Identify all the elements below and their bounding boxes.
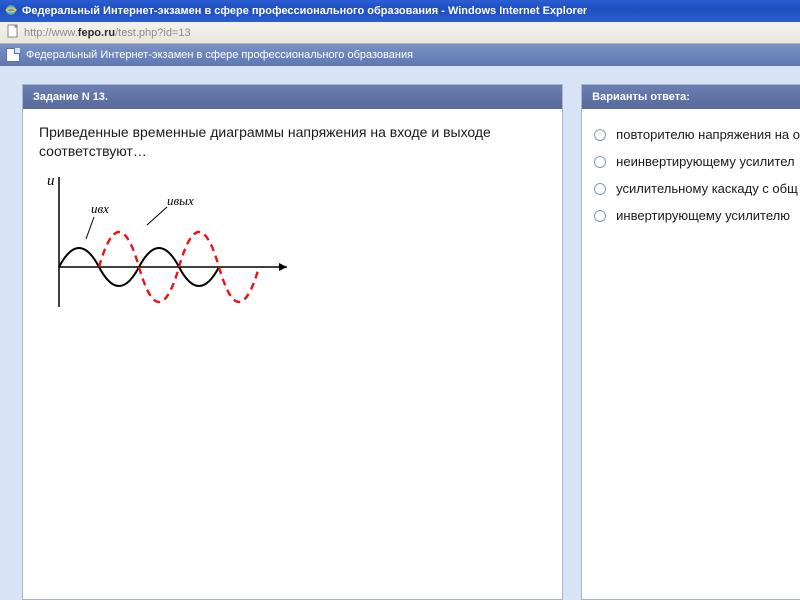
- answer-option[interactable]: инвертирующему усилителю: [594, 202, 800, 229]
- voltage-diagram: u uвх uвых: [39, 167, 546, 332]
- answers-panel: Варианты ответа: повторителю напряжения …: [581, 84, 800, 600]
- answer-label: усилительному каскаду с общ: [616, 181, 798, 196]
- document-icon: [6, 48, 20, 62]
- answer-label: повторителю напряжения на о: [616, 127, 800, 142]
- url-prefix: http://www.: [24, 27, 78, 39]
- question-panel: Задание N 13. Приведенные временные диаг…: [22, 84, 563, 600]
- content-area: Задание N 13. Приведенные временные диаг…: [0, 66, 800, 600]
- answer-label: инвертирующему усилителю: [616, 208, 790, 223]
- page-header-bar: Федеральный Интернет-экзамен в сфере про…: [0, 44, 800, 66]
- question-text: Приведенные временные диаграммы напряжен…: [39, 123, 546, 161]
- axis-label: u: [47, 173, 55, 189]
- radio-icon[interactable]: [594, 183, 606, 195]
- window-title: Федеральный Интернет-экзамен в сфере про…: [22, 5, 587, 17]
- radio-icon[interactable]: [594, 129, 606, 141]
- answers-header: Варианты ответа:: [582, 85, 800, 109]
- window-titlebar: Федеральный Интернет-экзамен в сфере про…: [0, 0, 800, 22]
- label-u-out: uвых: [167, 193, 194, 208]
- url-host: fepo.ru: [78, 27, 115, 39]
- address-bar[interactable]: http://www.fepo.ru/test.php?id=13: [0, 22, 800, 44]
- label-u-in: uвх: [91, 201, 109, 216]
- page-header-title: Федеральный Интернет-экзамен в сфере про…: [26, 49, 413, 61]
- answer-label: неинвертирующему усилител: [616, 154, 794, 169]
- question-header: Задание N 13.: [23, 85, 562, 109]
- radio-icon[interactable]: [594, 210, 606, 222]
- radio-icon[interactable]: [594, 156, 606, 168]
- answer-option[interactable]: повторителю напряжения на о: [594, 121, 800, 148]
- ie-icon: [4, 3, 18, 20]
- answer-option[interactable]: усилительному каскаду с общ: [594, 175, 800, 202]
- url-path: /test.php?id=13: [115, 27, 191, 39]
- answer-option[interactable]: неинвертирующему усилител: [594, 148, 800, 175]
- page-icon: [6, 24, 20, 41]
